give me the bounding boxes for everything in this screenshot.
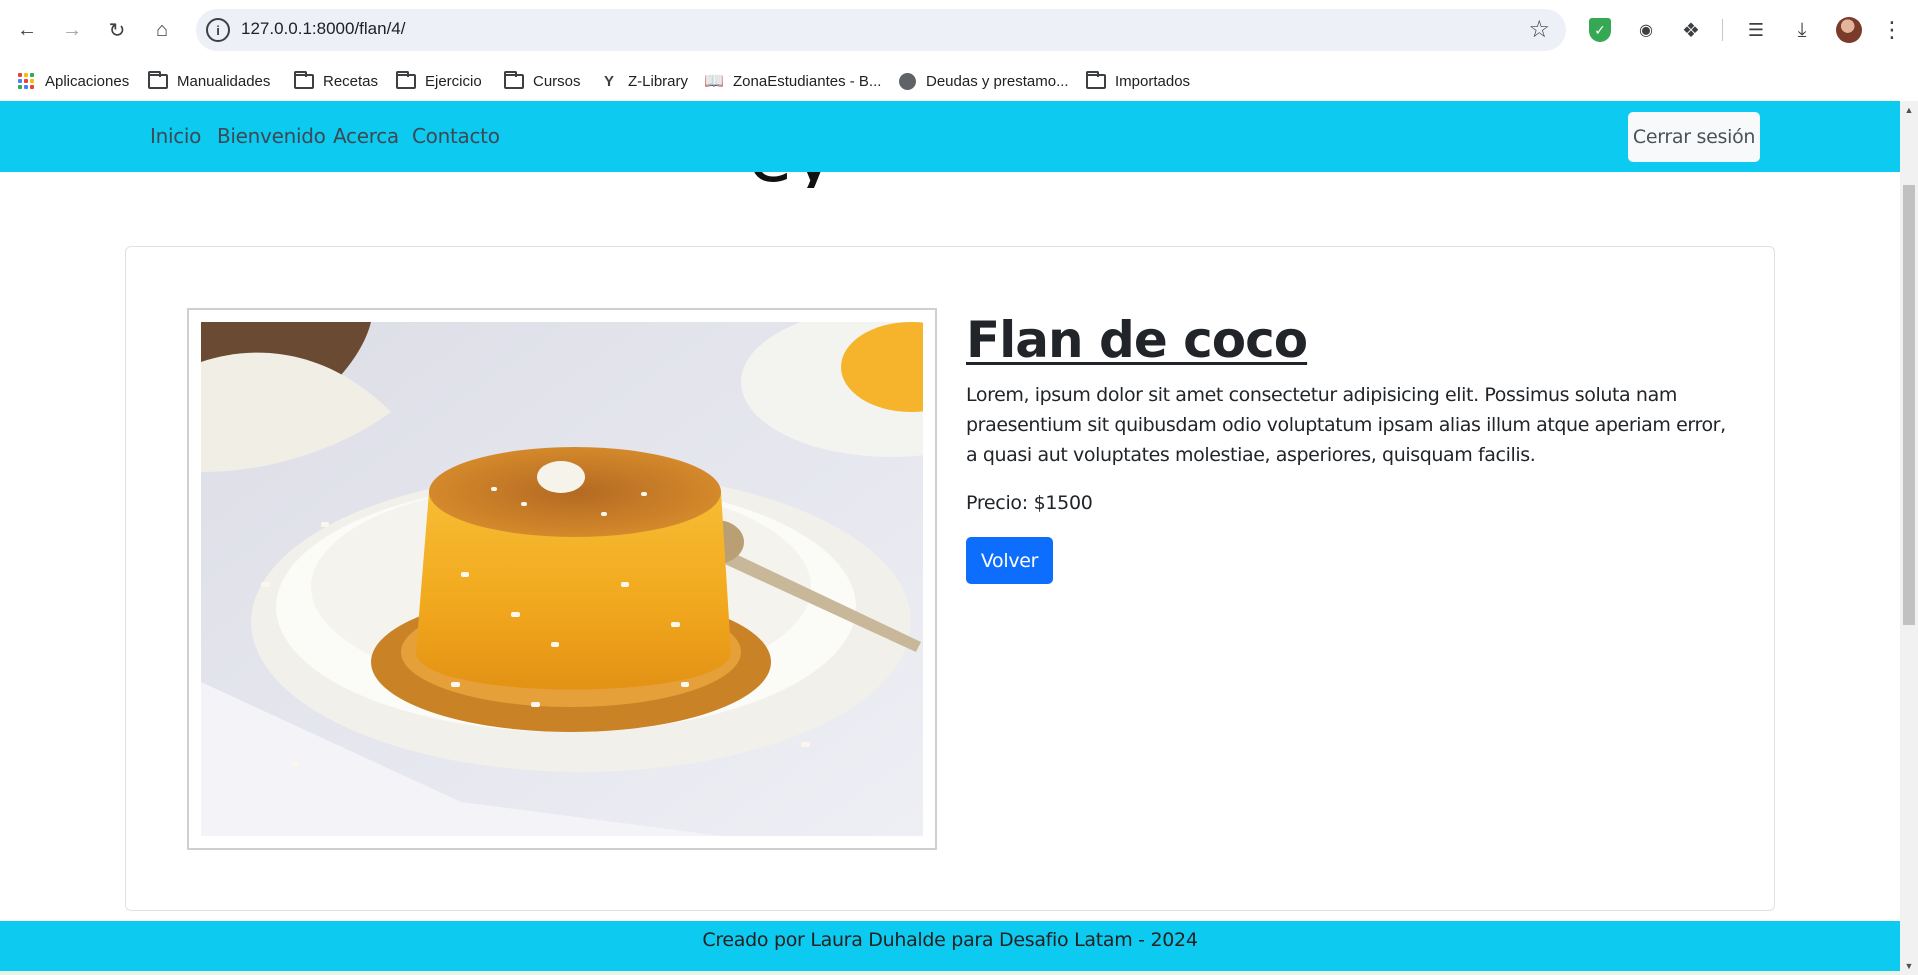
address-bar[interactable]: i 127.0.0.1:8000/flan/4/ ☆ — [196, 9, 1566, 51]
menu-kebab-icon[interactable]: ⋮ — [1875, 13, 1909, 47]
nav-link-inicio[interactable]: Inicio — [150, 124, 201, 148]
site-info-icon[interactable]: i — [206, 18, 230, 42]
bookmark-recetas[interactable]: Recetas — [294, 68, 378, 94]
bookmark-label: Cursos — [533, 72, 581, 90]
bookmark-label: ZonaEstudiantes - B... — [733, 72, 882, 90]
bookmark-label: Ejercicio — [425, 72, 482, 90]
bookmark-deudas[interactable]: Deudas y prestamo... — [897, 68, 1069, 94]
footer-credit: Creado por Laura Duhalde para Desafio La… — [702, 929, 1198, 951]
page-scrollbar[interactable]: ▲ ▼ — [1900, 101, 1918, 975]
bookmark-label: Recetas — [323, 72, 379, 90]
bookmark-cursos[interactable]: Cursos — [504, 68, 581, 94]
flan-photo — [201, 322, 923, 836]
folder-icon — [1086, 70, 1106, 89]
download-icon[interactable]: ⤓ — [1785, 13, 1819, 47]
bookmark-label: Deudas y prestamo... — [926, 72, 1069, 90]
bookmark-manualidades[interactable]: Manualidades — [148, 68, 270, 94]
product-image — [187, 308, 937, 850]
product-card: Flan de coco Lorem, ipsum dolor sit amet… — [125, 246, 1775, 911]
folder-icon — [294, 70, 314, 89]
bookmark-aplicaciones[interactable]: Aplicaciones — [16, 68, 129, 94]
scroll-down-arrow-icon[interactable]: ▼ — [1900, 957, 1918, 975]
back-button[interactable]: Volver — [966, 537, 1053, 584]
apps-grid-icon — [16, 73, 36, 89]
logout-button[interactable]: Cerrar sesión — [1628, 112, 1760, 162]
folder-icon — [504, 70, 524, 89]
product-price: Precio: $1500 — [966, 492, 1093, 514]
bookmark-zonaestudiantes[interactable]: 📖 ZonaEstudiantes - B... — [704, 68, 881, 94]
globe-icon — [897, 72, 917, 90]
site-footer: Creado por Laura Duhalde para Desafio La… — [0, 921, 1900, 971]
page-bottom-edge — [0, 971, 1900, 975]
shield-extension-icon[interactable]: ✓ — [1583, 13, 1617, 47]
media-queue-icon[interactable]: ☰ — [1739, 13, 1773, 47]
bookmarks-bar: Aplicaciones Manualidades Recetas Ejerci… — [0, 60, 1918, 101]
bookmark-label: Z-Library — [628, 72, 689, 90]
scroll-up-arrow-icon[interactable]: ▲ — [1900, 101, 1918, 119]
product-description: Lorem, ipsum dolor sit amet consectetur … — [966, 384, 1726, 466]
zlibrary-icon: Y — [603, 72, 614, 90]
logo-remnant: ey — [748, 172, 988, 188]
profile-avatar[interactable] — [1836, 17, 1862, 43]
nav-link-acerca[interactable]: Acerca — [333, 124, 399, 148]
bookmark-label: Aplicaciones — [45, 72, 130, 90]
bookmark-zlibrary[interactable]: Y Z-Library — [599, 68, 688, 94]
browser-chrome: ← → ↻ ⌂ i 127.0.0.1:8000/flan/4/ ☆ ✓ ◉ ❖… — [0, 0, 1918, 101]
bookmark-label: Importados — [1115, 72, 1191, 90]
nav-link-bienvenido[interactable]: Bienvenido — [217, 124, 326, 148]
bookmark-star-icon[interactable]: ☆ — [1528, 15, 1550, 44]
toolbar-divider — [1722, 19, 1723, 41]
folder-icon — [148, 70, 168, 89]
forward-icon[interactable]: → — [55, 13, 89, 47]
site-navbar: Inicio Bienvenido Acerca Contacto Cerrar… — [0, 101, 1900, 172]
bookmark-ejercicio[interactable]: Ejercicio — [396, 68, 482, 94]
back-icon[interactable]: ← — [10, 13, 44, 47]
browser-toolbar: ← → ↻ ⌂ i 127.0.0.1:8000/flan/4/ ☆ ✓ ◉ ❖… — [0, 0, 1918, 60]
home-icon[interactable]: ⌂ — [145, 13, 179, 47]
bookmark-label: Manualidades — [177, 72, 271, 90]
book-icon: 📖 — [704, 73, 724, 90]
record-extension-icon[interactable]: ◉ — [1629, 13, 1663, 47]
scrollbar-thumb[interactable] — [1903, 185, 1915, 625]
nav-link-contacto[interactable]: Contacto — [412, 124, 500, 148]
folder-icon — [396, 70, 416, 89]
url-text[interactable]: 127.0.0.1:8000/flan/4/ — [241, 19, 405, 39]
bookmark-importados[interactable]: Importados — [1086, 68, 1190, 94]
reload-icon[interactable]: ↻ — [100, 13, 134, 47]
page-viewport: ey Inicio Bienvenido Acerca Contacto Cer… — [0, 101, 1900, 975]
extensions-puzzle-icon[interactable]: ❖ — [1674, 13, 1708, 47]
product-title: Flan de coco — [966, 311, 1308, 369]
